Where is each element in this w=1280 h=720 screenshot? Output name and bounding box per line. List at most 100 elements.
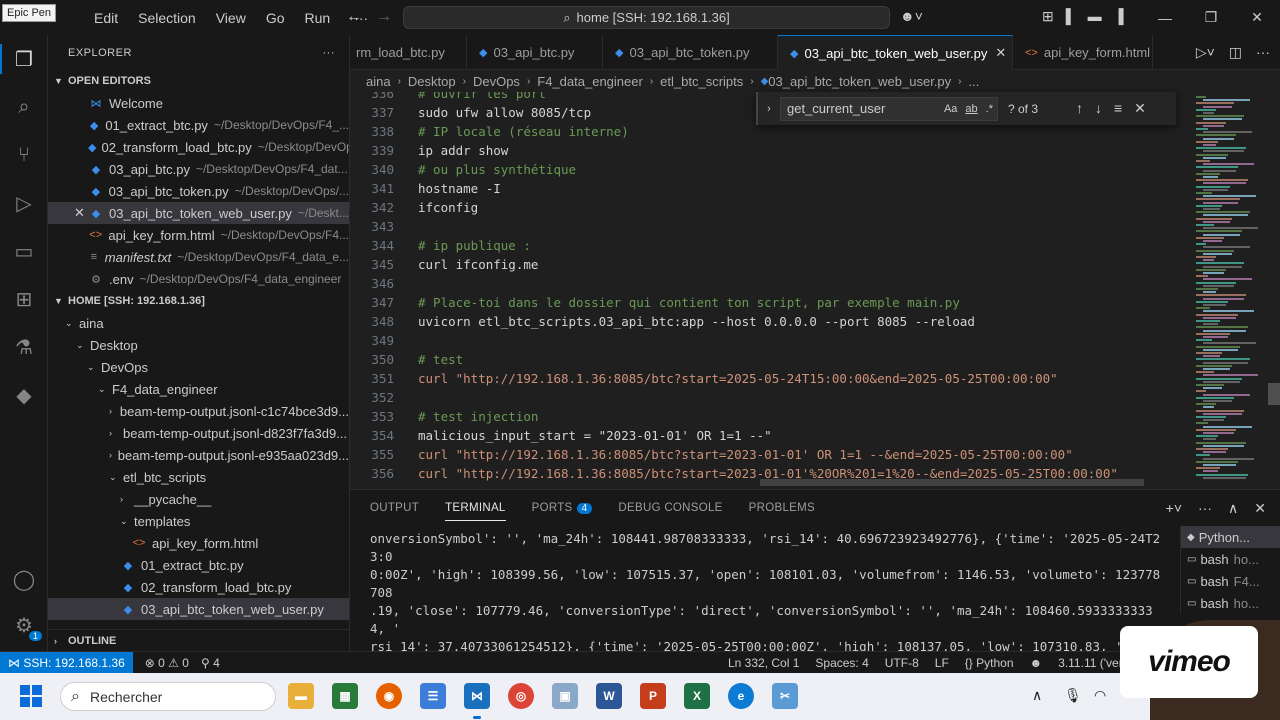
tree-item[interactable]: › beam-temp-output.jsonl-c1c74bce3d9... bbox=[48, 400, 349, 422]
source-control-icon[interactable]: ⑂ bbox=[10, 141, 38, 169]
menu-go[interactable]: Go bbox=[256, 10, 295, 26]
terminal-instance[interactable]: ▭ bash F4... bbox=[1181, 570, 1280, 592]
code-line[interactable]: ip addr show bbox=[418, 143, 508, 158]
breadcrumb-item[interactable]: ... bbox=[969, 74, 980, 89]
open-editor-item[interactable]: ◆ 03_api_btc_token.py ~/Desktop/DevOps/... bbox=[48, 180, 349, 202]
tray-chevron-icon[interactable]: ∧ bbox=[1032, 687, 1042, 704]
breadcrumb-item[interactable]: etl_btc_scripts bbox=[660, 74, 743, 89]
terminal-instance[interactable]: ◆ Python... bbox=[1181, 526, 1280, 548]
tree-item[interactable]: › beam-temp-output.jsonl-d823f7fa3d9... bbox=[48, 422, 349, 444]
breadcrumb-item[interactable]: F4_data_engineer bbox=[537, 74, 643, 89]
tab-problems[interactable]: PROBLEMS bbox=[749, 502, 815, 514]
open-editors-header[interactable]: ▼ OPEN EDITORS bbox=[48, 70, 349, 92]
notepad-icon[interactable]: ☰ bbox=[420, 683, 446, 709]
toggle-sidebar-icon[interactable]: ▌ bbox=[1066, 8, 1076, 25]
customize-layout-icon[interactable]: ⊞ bbox=[1042, 8, 1054, 25]
file-explorer-icon[interactable]: ▬ bbox=[288, 683, 314, 709]
tab-api-key-form[interactable]: <> api_key_form.html bbox=[1013, 35, 1153, 70]
restore-button[interactable]: ❐ bbox=[1188, 0, 1234, 35]
breadcrumb-item[interactable]: Desktop bbox=[408, 74, 456, 89]
app-icon[interactable]: ▦ bbox=[332, 683, 358, 709]
code-line[interactable]: # test injection bbox=[418, 409, 538, 424]
close-tab-icon[interactable]: ✕ bbox=[995, 45, 1006, 61]
copilot-icon[interactable]: ☻˅ bbox=[900, 8, 923, 24]
more-actions-icon[interactable]: ··· bbox=[1256, 44, 1270, 61]
code-editor[interactable]: 336 # ouvrir les port 337 sudo ufw allow 80… bbox=[350, 92, 1192, 488]
edge-icon[interactable]: e bbox=[728, 683, 754, 709]
taskbar-search[interactable]: ⌕ Rechercher bbox=[60, 682, 276, 711]
toggle-secondary-sidebar-icon[interactable]: ▐ bbox=[1114, 8, 1124, 25]
app-icon[interactable]: ▣ bbox=[552, 683, 578, 709]
manage-gear-icon[interactable]: ⚙ 1 bbox=[10, 611, 42, 641]
horizontal-scrollbar[interactable] bbox=[760, 479, 1144, 486]
breadcrumb-item[interactable]: 03_api_btc_token_web_user.py bbox=[768, 74, 951, 89]
search-icon[interactable]: ⌕ bbox=[10, 93, 38, 121]
copilot-status-icon[interactable]: ☻ bbox=[1030, 656, 1043, 670]
code-line[interactable]: # Place-toi dans le dossier qui contient… bbox=[418, 295, 960, 310]
home-folder-header[interactable]: ▼ HOME [SSH: 192.168.1.36] bbox=[48, 290, 349, 312]
panel-more-icon[interactable]: ··· bbox=[1198, 500, 1212, 517]
tree-item[interactable]: ⌄ DevOps bbox=[48, 356, 349, 378]
firefox-icon[interactable]: ◉ bbox=[376, 683, 402, 709]
new-terminal-icon[interactable]: +˅ bbox=[1166, 500, 1182, 517]
language-mode[interactable]: {} Python bbox=[965, 656, 1014, 670]
maximize-panel-icon[interactable]: ∧ bbox=[1228, 500, 1238, 517]
back-arrow-icon[interactable]: ← bbox=[346, 8, 362, 26]
code-line[interactable]: malicious_input_start = "2023-01-01' OR … bbox=[418, 428, 772, 443]
split-editor-icon[interactable]: ◫ bbox=[1229, 44, 1242, 61]
start-button[interactable] bbox=[20, 685, 42, 707]
code-line[interactable]: curl ifconfig.me bbox=[418, 257, 538, 272]
ports-status[interactable]: ⚲ 4 bbox=[201, 656, 220, 670]
code-line[interactable]: # test bbox=[418, 352, 463, 367]
terminal-instance[interactable]: ▭ bash ho... bbox=[1181, 592, 1280, 614]
menu-run[interactable]: Run bbox=[295, 10, 341, 26]
cursor-position[interactable]: Ln 332, Col 1 bbox=[728, 656, 799, 670]
accounts-icon[interactable]: ◯ bbox=[10, 565, 38, 593]
find-input[interactable]: get_current_user Aa ab .* bbox=[780, 96, 998, 121]
code-line[interactable]: curl "http://192.168.1.36:8085/btc?start… bbox=[418, 371, 1058, 386]
close-window-button[interactable]: ✕ bbox=[1234, 0, 1280, 35]
run-file-icon[interactable]: ▷˅ bbox=[1196, 44, 1215, 61]
tree-item[interactable]: › beam-temp-output.jsonl-e935aa023d9... bbox=[48, 444, 349, 466]
vertical-scrollbar[interactable] bbox=[1268, 92, 1280, 488]
close-panel-icon[interactable]: ✕ bbox=[1254, 500, 1266, 517]
explorer-icon[interactable]: ❐ bbox=[10, 45, 38, 73]
tree-item[interactable]: ⌄ aina bbox=[48, 312, 349, 334]
menu-view[interactable]: View bbox=[206, 10, 256, 26]
encoding[interactable]: UTF-8 bbox=[885, 656, 919, 670]
toggle-replace-chevron-icon[interactable]: › bbox=[758, 103, 780, 115]
find-in-selection-icon[interactable]: ≡ bbox=[1114, 100, 1122, 117]
vscode-icon[interactable]: ⋈ bbox=[464, 683, 490, 709]
tab-api-btc[interactable]: ◆ 03_api_btc.py bbox=[467, 35, 603, 70]
powerpoint-icon[interactable]: P bbox=[640, 683, 666, 709]
open-editor-item[interactable]: ◆ 03_api_btc.py ~/Desktop/DevOps/F4_dat... bbox=[48, 158, 349, 180]
tree-item[interactable]: ◆ 03_api_btc_token_web_user.py bbox=[48, 598, 349, 620]
line-endings[interactable]: LF bbox=[935, 656, 949, 670]
chrome-icon[interactable]: ◎ bbox=[508, 683, 534, 709]
tree-item[interactable]: › __pycache__ bbox=[48, 488, 349, 510]
tab-transform-load[interactable]: rm_load_btc.py bbox=[350, 35, 467, 70]
tree-item[interactable]: <> api_key_form.html bbox=[48, 532, 349, 554]
testing-icon[interactable]: ⚗ bbox=[10, 333, 38, 361]
tree-item[interactable]: ⌄ Desktop bbox=[48, 334, 349, 356]
tab-api-btc-token-web-user[interactable]: ◆ 03_api_btc_token_web_user.py ✕ bbox=[778, 35, 1013, 70]
open-editor-item[interactable]: ◆ 01_extract_btc.py ~/Desktop/DevOps/F4_..… bbox=[48, 114, 349, 136]
open-editor-item[interactable]: <> api_key_form.html ~/Desktop/DevOps/F4..… bbox=[48, 224, 349, 246]
command-center-search[interactable]: ⌕ home [SSH: 192.168.1.36] bbox=[403, 6, 890, 29]
regex-toggle[interactable]: .* bbox=[986, 103, 993, 115]
excel-icon[interactable]: X bbox=[684, 683, 710, 709]
tab-debug-console[interactable]: DEBUG CONSOLE bbox=[618, 502, 722, 514]
menu-selection[interactable]: Selection bbox=[128, 10, 206, 26]
extensions-icon[interactable]: ⊞ bbox=[10, 285, 38, 313]
code-line[interactable]: sudo ufw allow 8085/tcp bbox=[418, 105, 591, 120]
open-editor-item[interactable]: ⋈ Welcome bbox=[48, 92, 349, 114]
remote-indicator[interactable]: ⋈ SSH: 192.168.1.36 bbox=[0, 651, 133, 674]
tree-item[interactable]: ⌄ templates bbox=[48, 510, 349, 532]
menu-edit[interactable]: Edit bbox=[84, 10, 128, 26]
previous-match-icon[interactable]: ↑ bbox=[1076, 100, 1083, 117]
word-icon[interactable]: W bbox=[596, 683, 622, 709]
minimize-button[interactable]: — bbox=[1142, 0, 1188, 35]
forward-arrow-icon[interactable]: → bbox=[376, 8, 392, 26]
python-icon[interactable]: ◆ bbox=[10, 381, 38, 409]
toggle-panel-icon[interactable]: ▬ bbox=[1088, 8, 1102, 25]
